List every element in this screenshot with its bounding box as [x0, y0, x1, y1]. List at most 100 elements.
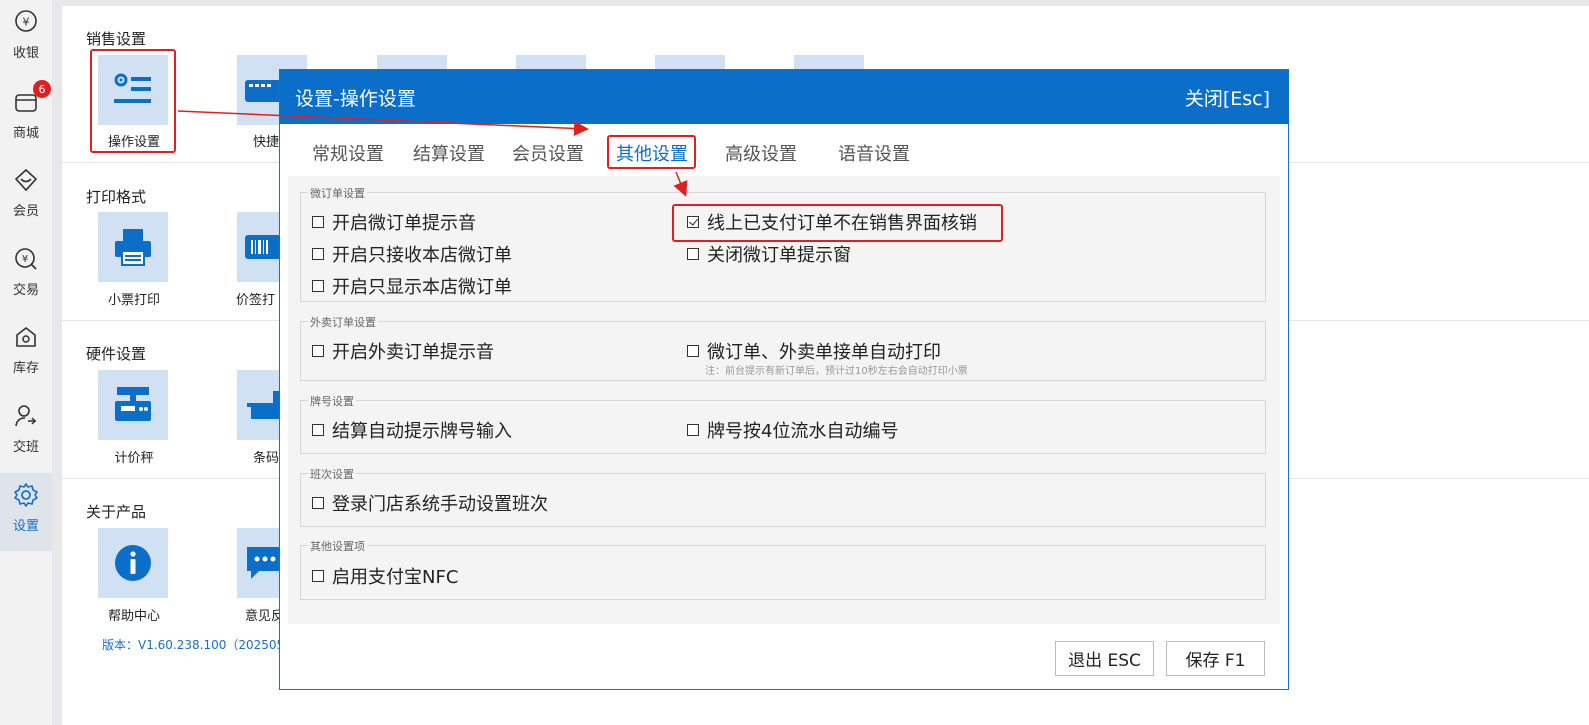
checkbox[interactable] [312, 570, 324, 582]
checkbox[interactable] [687, 424, 699, 436]
nav-trade[interactable]: ¥ 交易 [0, 237, 52, 315]
group-title: 班次设置 [308, 466, 356, 482]
nav-label: 交班 [12, 440, 39, 455]
tile-label: 价签打 [236, 293, 276, 308]
group-shift: 班次设置 登录门店系统手动设置班次 [300, 466, 1266, 527]
group-title: 外卖订单设置 [308, 314, 378, 330]
nav-label: 交易 [12, 283, 39, 298]
option-close-order-popup[interactable]: 关闭微订单提示窗 [687, 241, 851, 267]
nav-inventory[interactable]: 库存 [0, 315, 52, 393]
option-prompt-tag-number[interactable]: 结算自动提示牌号输入 [312, 417, 512, 443]
group-title: 微订单设置 [308, 185, 367, 201]
settings-dialog: 设置-操作设置 关闭[Esc] 常规设置 结算设置 会员设置 其他设置 高级设置… [279, 69, 1289, 690]
option-takeout-sound[interactable]: 开启外卖订单提示音 [312, 338, 494, 364]
option-label: 开启只接收本店微订单 [332, 245, 512, 266]
group-title: 牌号设置 [308, 393, 356, 409]
nav-label: 商城 [12, 126, 39, 141]
save-button[interactable]: 保存 F1 [1166, 641, 1265, 676]
tab-general[interactable]: 常规设置 [312, 140, 384, 166]
nav-cashier[interactable]: ¥ 收银 [0, 0, 52, 78]
inventory-icon [12, 323, 40, 351]
tile-label: 条码 [253, 451, 280, 466]
tile-fragment [377, 55, 447, 69]
tab-highlight-box [607, 135, 696, 169]
left-nav: ¥ 收银 商城 6 会员 ¥ 交易 库存 交班 设置 [0, 0, 52, 725]
checkbox[interactable] [312, 345, 324, 357]
tile-scale[interactable] [98, 370, 168, 440]
checkbox[interactable] [312, 280, 324, 292]
highlight-box [90, 49, 176, 153]
option-label: 关闭微订单提示窗 [707, 245, 851, 266]
shift-icon [12, 402, 40, 430]
tab-bar: 常规设置 结算设置 会员设置 其他设置 高级设置 语音设置 [280, 124, 1288, 176]
tab-checkout[interactable]: 结算设置 [413, 140, 485, 166]
option-auto-tag-number[interactable]: 牌号按4位流水自动编号 [687, 417, 898, 443]
checkbox[interactable] [687, 345, 699, 357]
option-alipay-nfc[interactable]: 启用支付宝NFC [312, 563, 458, 589]
nav-settings[interactable]: 设置 [0, 473, 52, 551]
option-label: 微订单、外卖单接单自动打印 [707, 342, 941, 363]
version-text: 版本：V1.60.238.100（2025051 [102, 638, 292, 652]
tile-label: 帮助中心 [107, 609, 160, 624]
option-label: 开启微订单提示音 [332, 213, 476, 234]
scale-icon [115, 387, 151, 421]
option-label: 登录门店系统手动设置班次 [332, 494, 548, 515]
svg-text:¥: ¥ [23, 16, 30, 29]
option-only-show-this-store-orders[interactable]: 开启只显示本店微订单 [312, 273, 512, 299]
section-title-sales: 销售设置 [86, 30, 147, 48]
nav-member[interactable]: 会员 [0, 158, 52, 236]
gear-icon [12, 481, 40, 509]
option-highlight-box [672, 204, 1003, 242]
tile-help-center[interactable] [98, 528, 168, 598]
section-title-print: 打印格式 [86, 188, 147, 206]
tile-label: 计价秤 [114, 451, 154, 466]
nav-label: 会员 [12, 204, 39, 219]
group-title: 其他设置项 [308, 538, 367, 554]
tile-receipt-print[interactable] [98, 212, 168, 282]
section-title-about: 关于产品 [86, 503, 147, 521]
tile-label: 小票打印 [107, 293, 160, 308]
checkbox[interactable] [312, 248, 324, 260]
auto-print-note: 注：前台提示有新订单后，预计过10秒左右会自动打印小票 [705, 366, 968, 377]
tile-label: 快捷 [253, 135, 280, 150]
tile-fragment [516, 55, 586, 69]
section-title-hardware: 硬件设置 [86, 345, 147, 363]
checkbox[interactable] [312, 424, 324, 436]
shop-badge: 6 [33, 80, 51, 98]
trade-icon: ¥ [12, 245, 40, 273]
dialog-header: 设置-操作设置 关闭[Esc] [280, 70, 1288, 124]
checkbox[interactable] [687, 248, 699, 260]
nav-label: 库存 [12, 361, 39, 376]
group-other: 其他设置项 启用支付宝NFC [300, 538, 1266, 600]
member-icon [12, 166, 40, 194]
group-takeout: 外卖订单设置 开启外卖订单提示音 微订单、外卖单接单自动打印 注：前台提示有新订… [300, 314, 1266, 381]
option-label: 结算自动提示牌号输入 [332, 421, 512, 442]
option-label: 开启外卖订单提示音 [332, 342, 494, 363]
nav-label: 收银 [12, 46, 39, 61]
exit-button[interactable]: 退出 ESC [1055, 641, 1154, 676]
info-icon [115, 545, 151, 581]
option-label: 启用支付宝NFC [332, 567, 459, 588]
option-auto-print[interactable]: 微订单、外卖单接单自动打印 [687, 338, 941, 364]
option-only-this-store-orders[interactable]: 开启只接收本店微订单 [312, 241, 512, 267]
close-button[interactable]: 关闭[Esc] [1185, 84, 1270, 111]
nav-shift[interactable]: 交班 [0, 394, 52, 472]
tab-advanced[interactable]: 高级设置 [725, 140, 797, 166]
dialog-title: 设置-操作设置 [295, 87, 416, 110]
svg-text:¥: ¥ [22, 254, 28, 265]
tab-voice[interactable]: 语音设置 [838, 140, 910, 166]
tile-fragment [794, 55, 864, 69]
nav-label: 设置 [12, 519, 39, 534]
checkbox[interactable] [312, 216, 324, 228]
tab-member[interactable]: 会员设置 [512, 140, 584, 166]
printer-icon [115, 229, 151, 266]
option-label: 开启只显示本店微订单 [332, 277, 512, 298]
cashier-icon: ¥ [12, 8, 40, 36]
dialog-body: 微订单设置 开启微订单提示音 线上已支付订单不在销售界面核销 开启只接收本店微订… [288, 176, 1280, 624]
option-micro-order-sound[interactable]: 开启微订单提示音 [312, 209, 476, 235]
checkbox[interactable] [312, 497, 324, 509]
tile-fragment [655, 55, 725, 69]
group-tag-number: 牌号设置 结算自动提示牌号输入 牌号按4位流水自动编号 [300, 393, 1266, 454]
option-label: 牌号按4位流水自动编号 [707, 421, 899, 442]
option-manual-shift[interactable]: 登录门店系统手动设置班次 [312, 490, 548, 516]
